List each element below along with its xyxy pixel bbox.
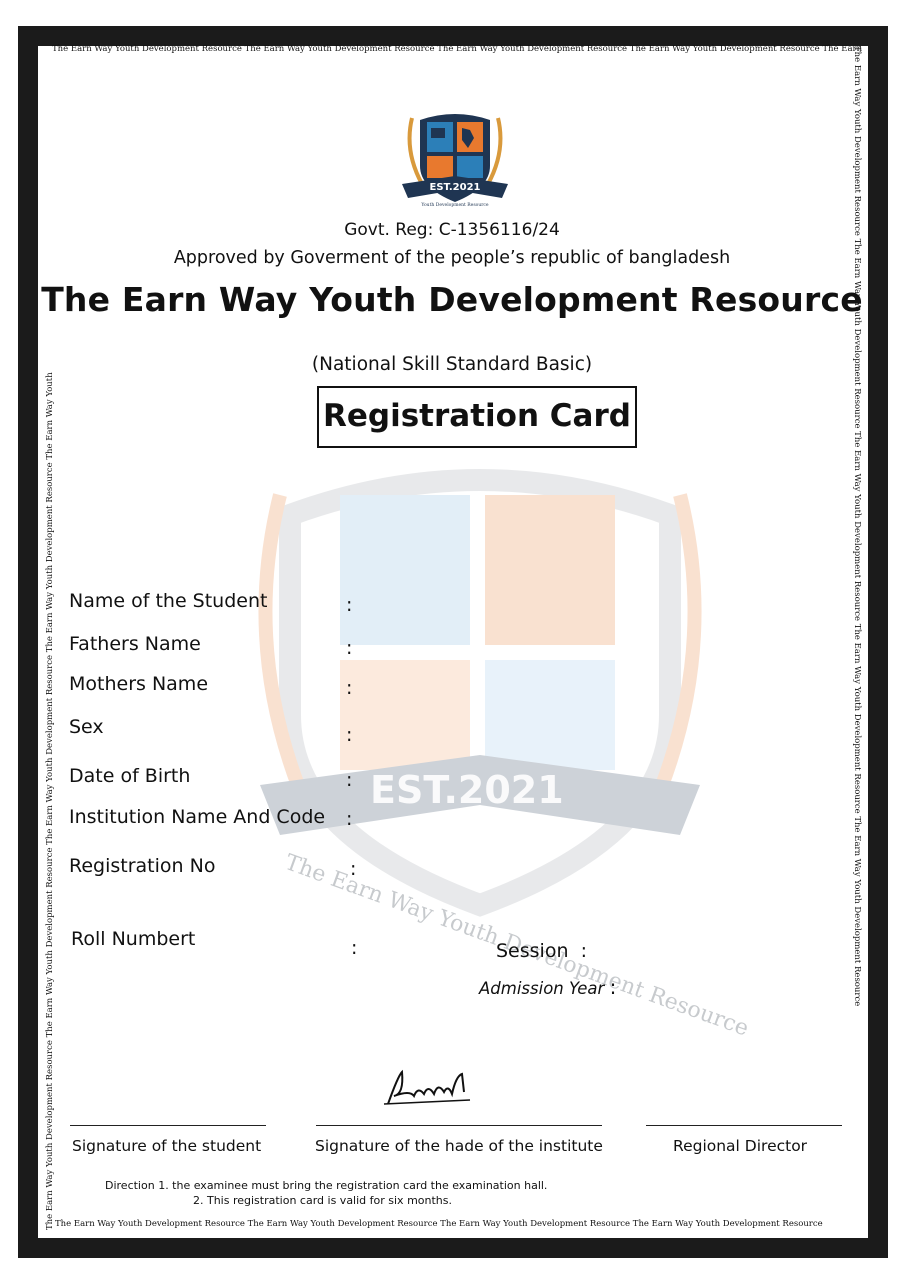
colon-registration-no: : (350, 858, 357, 880)
label-registration-no: Registration No (69, 855, 216, 877)
label-sex: Sex (69, 716, 104, 738)
direction-line-1: Direction 1. the examinee must bring the… (105, 1179, 548, 1192)
colon-student-name: : (346, 594, 353, 616)
organization-title: The Earn Way Youth Development Resource (41, 280, 863, 319)
head-signature-mark (383, 1069, 471, 1105)
director-signature-label: Regional Director (673, 1137, 808, 1155)
border-text-right: The Earn Way Youth Development Resource … (852, 46, 862, 1007)
admission-text: Admission Year (479, 979, 605, 998)
student-signature-line (70, 1125, 266, 1126)
head-signature-line (316, 1125, 602, 1126)
label-admission-year: Admission Year : (479, 975, 616, 999)
label-session: Session : (496, 940, 587, 962)
logo-est-text: EST.2021 (430, 182, 481, 193)
colon-session: : (580, 940, 587, 962)
standard-subtitle: (National Skill Standard Basic) (311, 354, 593, 375)
govt-reg: Govt. Reg: C-1356116/24 (344, 220, 560, 240)
label-mothers-name: Mothers Name (69, 673, 209, 695)
approval-text: Approved by Goverment of the people’s re… (173, 248, 731, 268)
label-student-name: Name of the Student (69, 590, 268, 612)
colon-date-of-birth: : (346, 769, 353, 791)
watermark-crest (258, 469, 702, 917)
colon-institution: : (346, 808, 353, 830)
director-signature-line (646, 1125, 842, 1126)
colon-mothers-name: : (346, 677, 353, 699)
colon-roll-number: : (351, 937, 358, 959)
watermark-est: EST.2021 (370, 768, 564, 812)
label-fathers-name: Fathers Name (69, 633, 201, 655)
label-date-of-birth: Date of Birth (69, 765, 191, 787)
crest-logo: EST.2021 Youth Development Resource (402, 114, 508, 208)
direction-line-2: 2. This registration card is valid for s… (193, 1194, 452, 1207)
head-signature-label: Signature of the hade of the institute (315, 1137, 603, 1155)
label-roll-number: Roll Numbert (71, 928, 196, 950)
colon-fathers-name: : (346, 637, 353, 659)
border-text-left: The Earn Way Youth Development Resource … (45, 372, 55, 1230)
colon-sex: : (346, 724, 353, 746)
colon-admission-year: : (609, 975, 617, 999)
logo-ring-text: Youth Development Resource (420, 202, 489, 208)
border-text-bottom: The Earn Way Youth Development Resource … (55, 1219, 823, 1229)
border-text-top: The Earn Way Youth Development Resource … (52, 44, 863, 54)
label-institution: Institution Name And Code (69, 806, 326, 828)
student-signature-label: Signature of the student (72, 1137, 262, 1155)
card-title: Registration Card (317, 386, 637, 448)
session-text: Session (496, 940, 569, 962)
